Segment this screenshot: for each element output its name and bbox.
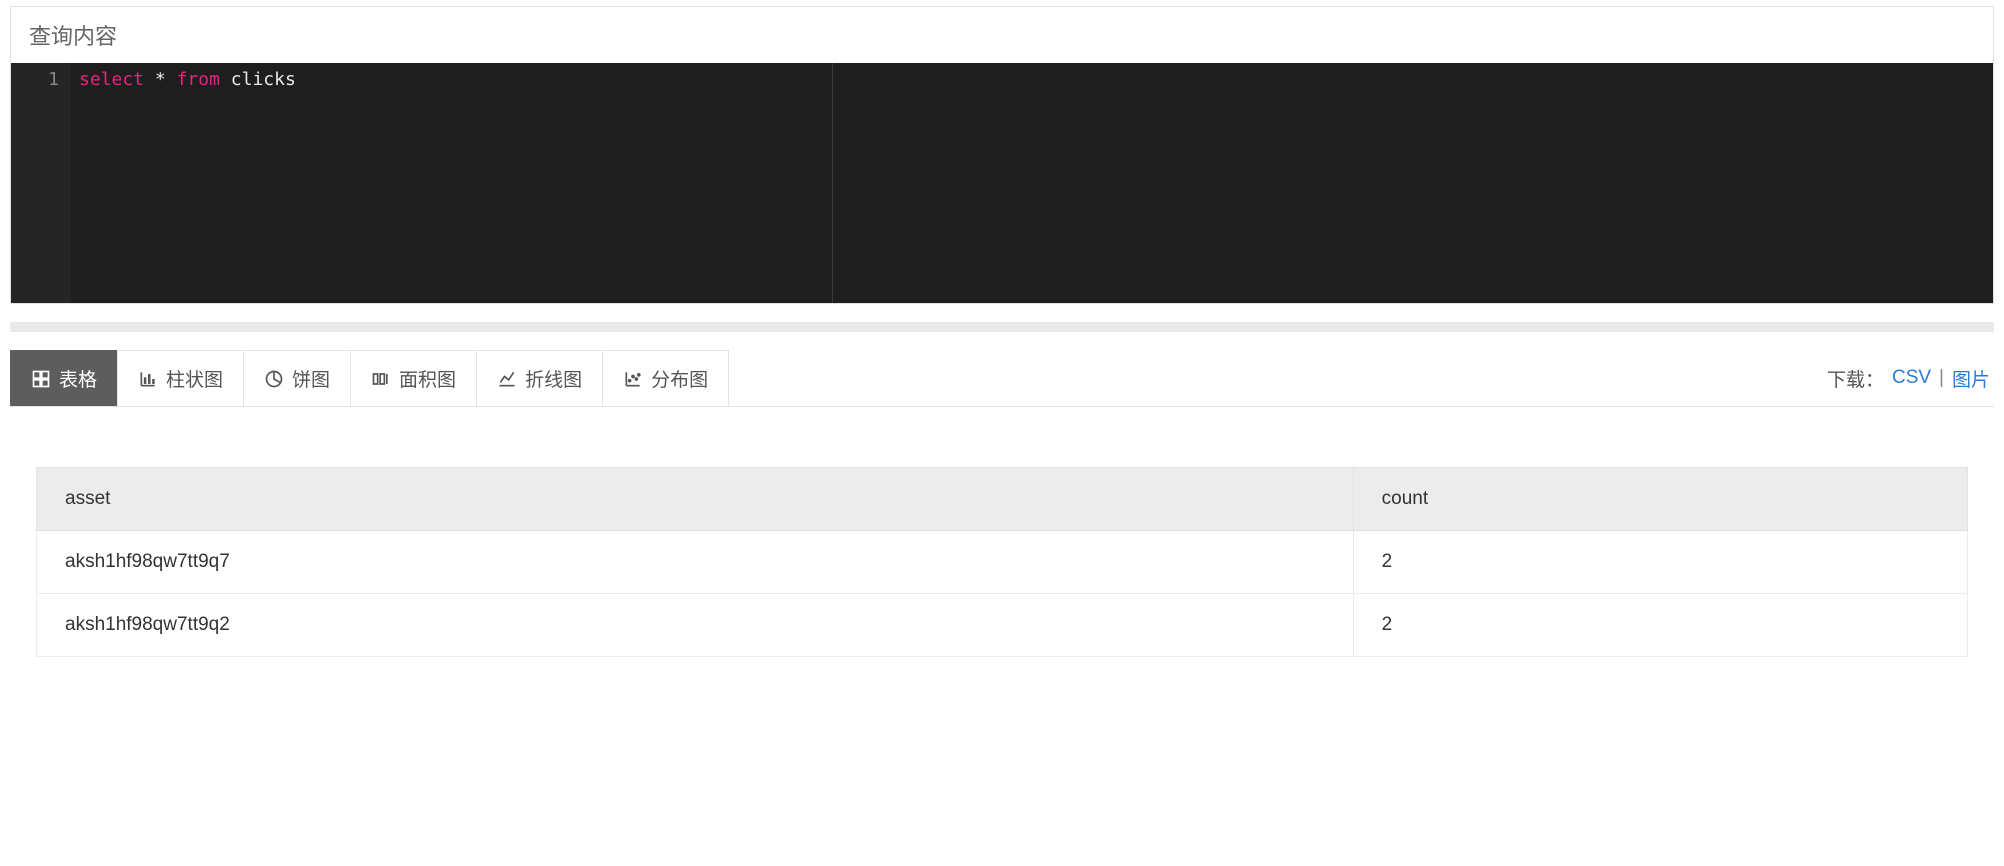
- tab-line-label: 折线图: [525, 365, 582, 392]
- grid-icon: [31, 369, 51, 389]
- tab-bar-chart[interactable]: 柱状图: [117, 350, 244, 406]
- query-header-label: 查询内容: [11, 7, 1993, 63]
- cell-asset: aksh1hf98qw7tt9q7: [37, 531, 1354, 594]
- tab-line-chart[interactable]: 折线图: [476, 350, 603, 406]
- tab-area-chart[interactable]: 面积图: [350, 350, 477, 406]
- tab-scatter-chart[interactable]: 分布图: [602, 350, 729, 406]
- sql-keyword-from: from: [177, 69, 220, 90]
- cell-count: 2: [1353, 531, 1967, 594]
- download-section: 下载： CSV | 图片: [1823, 350, 1994, 406]
- area-chart-icon: [371, 369, 391, 389]
- download-csv-link[interactable]: CSV: [1892, 367, 1931, 389]
- tab-pie-label: 饼图: [292, 365, 330, 392]
- table-row: aksh1hf98qw7tt9q7 2: [37, 531, 1968, 594]
- tab-table[interactable]: 表格: [10, 350, 118, 406]
- result-tabs-row: 表格 柱状图: [10, 350, 1994, 407]
- table-row: aksh1hf98qw7tt9q2 2: [37, 594, 1968, 657]
- bar-chart-icon: [138, 369, 158, 389]
- tab-bar-label: 柱状图: [166, 365, 223, 392]
- download-label: 下载：: [1827, 365, 1884, 392]
- results-area: asset count aksh1hf98qw7tt9q7 2 aksh1hf9…: [0, 407, 2004, 657]
- pie-chart-icon: [264, 369, 284, 389]
- sql-editor[interactable]: 1 select * from clicks: [11, 63, 1993, 303]
- download-image-link[interactable]: 图片: [1952, 365, 1990, 392]
- tab-area-label: 面积图: [399, 365, 456, 392]
- sql-line: select * from clicks: [79, 69, 1985, 90]
- download-separator: |: [1931, 367, 1952, 389]
- line-number: 1: [11, 69, 59, 90]
- line-chart-icon: [497, 369, 517, 389]
- column-header-asset[interactable]: asset: [37, 468, 1354, 531]
- scatter-chart-icon: [623, 369, 643, 389]
- results-table: asset count aksh1hf98qw7tt9q7 2 aksh1hf9…: [36, 467, 1968, 657]
- cell-count: 2: [1353, 594, 1967, 657]
- column-header-count[interactable]: count: [1353, 468, 1967, 531]
- table-header-row: asset count: [37, 468, 1968, 531]
- query-panel: 查询内容 1 select * from clicks: [10, 6, 1994, 304]
- editor-split-line: [832, 63, 833, 303]
- result-tabs: 表格 柱状图: [10, 350, 728, 406]
- tab-dist-label: 分布图: [651, 365, 708, 392]
- editor-code-area[interactable]: select * from clicks: [71, 63, 1993, 303]
- cell-asset: aksh1hf98qw7tt9q2: [37, 594, 1354, 657]
- tab-table-label: 表格: [59, 365, 97, 392]
- sql-table: clicks: [231, 69, 296, 90]
- sql-star: *: [155, 69, 166, 90]
- editor-gutter: 1: [11, 63, 71, 303]
- horizontal-divider[interactable]: [10, 322, 1994, 332]
- tab-pie-chart[interactable]: 饼图: [243, 350, 351, 406]
- sql-keyword-select: select: [79, 69, 144, 90]
